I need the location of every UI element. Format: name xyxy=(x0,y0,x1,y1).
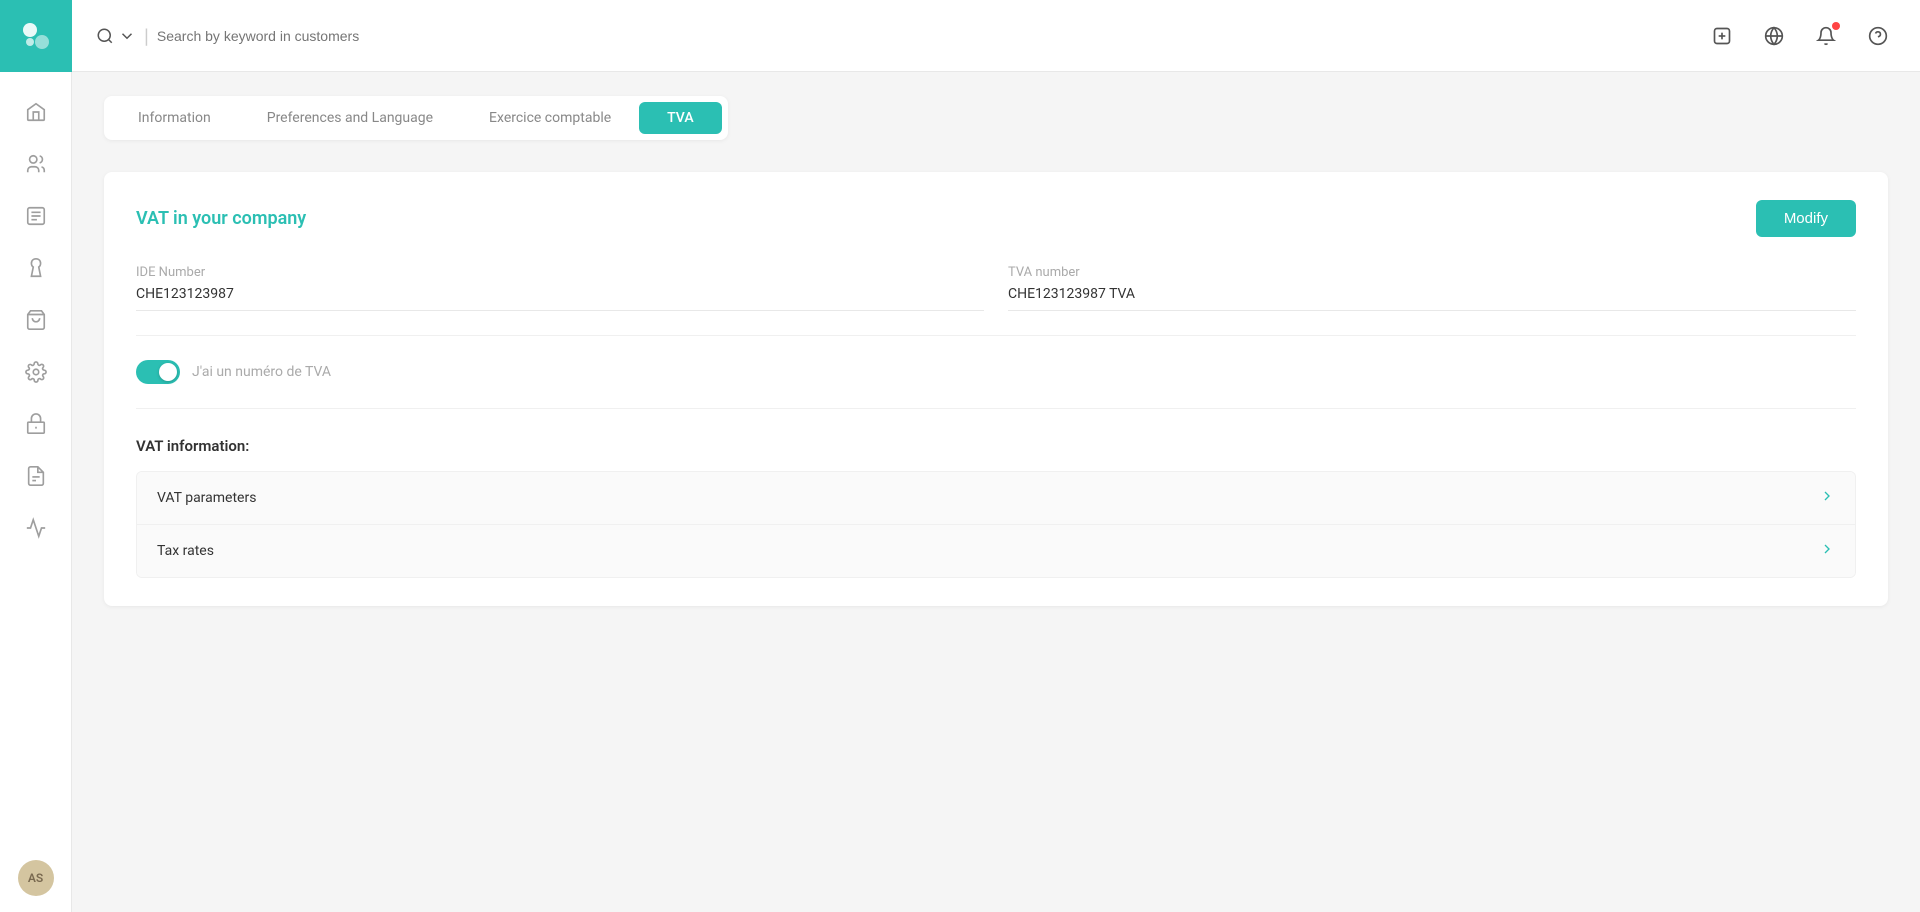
tasks-icon xyxy=(25,205,47,227)
tab-exercice[interactable]: Exercice comptable xyxy=(461,102,639,134)
money-icon xyxy=(25,257,47,279)
ide-value: CHE123123987 xyxy=(136,286,984,311)
tax-rates-label: Tax rates xyxy=(157,543,214,559)
sidebar-item-money[interactable] xyxy=(12,244,60,292)
help-icon xyxy=(1868,26,1888,46)
sidebar-footer: AS xyxy=(18,860,54,912)
topbar-actions xyxy=(1704,18,1896,54)
chart-icon xyxy=(25,517,47,539)
vat-toggle[interactable] xyxy=(136,360,180,384)
toggle-row: J'ai un numéro de TVA xyxy=(136,360,1856,409)
settings-icon xyxy=(25,361,47,383)
notifications-button[interactable] xyxy=(1808,18,1844,54)
logo-icon xyxy=(18,18,54,54)
sidebar-item-bag[interactable] xyxy=(12,296,60,344)
home-icon xyxy=(25,101,47,123)
modify-button[interactable]: Modify xyxy=(1756,200,1856,237)
toggle-label: J'ai un numéro de TVA xyxy=(192,364,331,380)
fields-row: IDE Number CHE123123987 TVA number CHE12… xyxy=(136,265,1856,336)
users-icon xyxy=(25,153,47,175)
sidebar-item-building[interactable] xyxy=(12,400,60,448)
tab-tva[interactable]: TVA xyxy=(639,102,721,134)
chevron-right-icon-2 xyxy=(1819,541,1835,561)
sidebar: AS xyxy=(0,0,72,912)
user-avatar[interactable]: AS xyxy=(18,860,54,896)
document-icon xyxy=(25,465,47,487)
bag-icon xyxy=(25,309,47,331)
sidebar-nav xyxy=(12,80,60,860)
tva-number-label: TVA number xyxy=(1008,265,1856,280)
plus-icon xyxy=(1712,26,1732,46)
vat-info-list: VAT parameters Tax rates xyxy=(136,471,1856,578)
app-logo[interactable] xyxy=(0,0,72,72)
topbar: | xyxy=(72,0,1920,72)
ide-label: IDE Number xyxy=(136,265,984,280)
ide-field-group: IDE Number CHE123123987 xyxy=(136,265,984,311)
tab-preferences[interactable]: Preferences and Language xyxy=(239,102,461,134)
sidebar-item-tasks[interactable] xyxy=(12,192,60,240)
card-title: VAT in your company xyxy=(136,208,306,229)
add-button[interactable] xyxy=(1704,18,1740,54)
sidebar-item-chart[interactable] xyxy=(12,504,60,552)
search-icon-btn[interactable] xyxy=(96,27,136,45)
tab-information[interactable]: Information xyxy=(110,102,239,134)
search-area: | xyxy=(96,26,1692,46)
content-area: Information Preferences and Language Exe… xyxy=(72,72,1920,912)
globe-icon xyxy=(1764,26,1784,46)
main-area: | xyxy=(72,0,1920,912)
tax-rates-item[interactable]: Tax rates xyxy=(137,525,1855,577)
vat-parameters-item[interactable]: VAT parameters xyxy=(137,472,1855,525)
search-divider: | xyxy=(144,26,149,46)
chevron-down-icon xyxy=(118,27,136,45)
search-input[interactable] xyxy=(157,28,1692,44)
vat-parameters-label: VAT parameters xyxy=(157,490,256,506)
vat-info-title: VAT information: xyxy=(136,437,1856,455)
building-icon xyxy=(25,413,47,435)
tabs-container: Information Preferences and Language Exe… xyxy=(104,96,728,140)
notification-badge xyxy=(1832,22,1840,30)
search-icon xyxy=(96,27,114,45)
card-header: VAT in your company Modify xyxy=(136,200,1856,237)
sidebar-item-users[interactable] xyxy=(12,140,60,188)
toggle-slider xyxy=(136,360,180,384)
globe-button[interactable] xyxy=(1756,18,1792,54)
help-button[interactable] xyxy=(1860,18,1896,54)
chevron-right-icon xyxy=(1819,488,1835,508)
tva-number-value: CHE123123987 TVA xyxy=(1008,286,1856,311)
sidebar-item-home[interactable] xyxy=(12,88,60,136)
sidebar-item-settings[interactable] xyxy=(12,348,60,396)
sidebar-item-document[interactable] xyxy=(12,452,60,500)
tva-number-field-group: TVA number CHE123123987 TVA xyxy=(1008,265,1856,311)
vat-card: VAT in your company Modify IDE Number CH… xyxy=(104,172,1888,606)
